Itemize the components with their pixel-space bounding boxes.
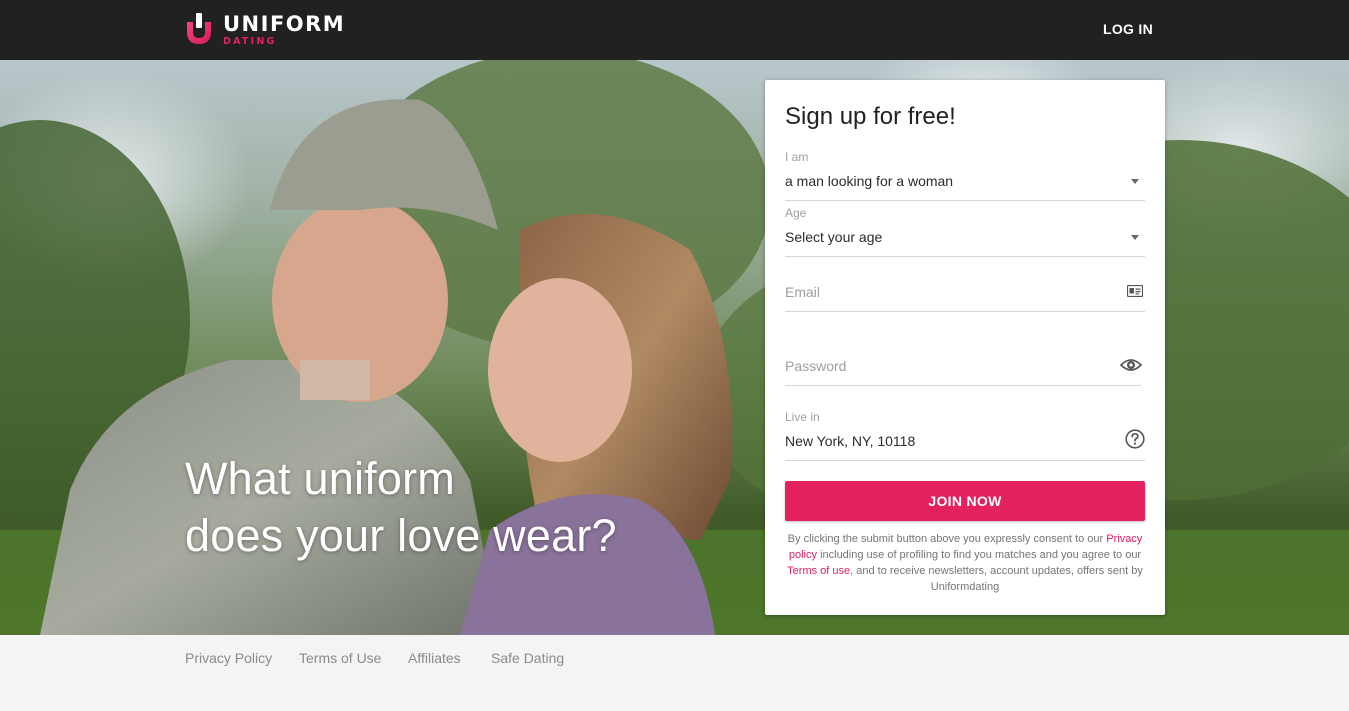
help-circle-icon[interactable] [1125, 429, 1145, 449]
location-field[interactable]: Live in New York, NY, 10118 [785, 409, 1145, 461]
id-card-icon [1127, 285, 1143, 297]
footer-link-affiliates[interactable]: Affiliates [408, 650, 461, 666]
signup-card: Sign up for free! I am a man looking for… [765, 80, 1165, 615]
logo-subtitle: DATING [223, 36, 277, 47]
legal-text-part-2: including use of profiling to find you m… [820, 549, 1142, 561]
email-field[interactable]: Email [785, 270, 1145, 312]
footer-link-privacy-policy[interactable]: Privacy Policy [185, 650, 272, 666]
login-link[interactable]: LOG IN [1103, 21, 1153, 37]
join-now-button[interactable]: JOIN NOW [785, 481, 1145, 521]
legal-text-part-1: By clicking the submit button above you … [787, 533, 1104, 545]
chevron-down-icon [1131, 179, 1139, 184]
logo-mark-icon [187, 13, 211, 44]
logo-wordmark: UNIFORM [223, 12, 346, 36]
legal-text-part-3: , and to receive newsletters, account up… [850, 565, 1143, 593]
chevron-down-icon [1131, 235, 1139, 240]
footer-link-terms-of-use[interactable]: Terms of Use [299, 650, 381, 666]
age-select[interactable]: Age Select your age [785, 205, 1145, 257]
gender-value: a man looking for a woman [785, 173, 954, 189]
age-label: Age [785, 206, 807, 220]
brand-logo[interactable]: UNIFORM DATING [184, 12, 345, 48]
legal-consent-text: By clicking the submit button above you … [785, 531, 1145, 595]
eye-icon[interactable] [1120, 357, 1142, 373]
email-placeholder: Email [785, 284, 821, 300]
hero-headline: What uniform does your love wear? [185, 450, 617, 564]
signup-title: Sign up for free! [785, 103, 956, 130]
headline-line-2: does your love wear? [185, 510, 617, 561]
footer-link-safe-dating[interactable]: Safe Dating [491, 650, 564, 666]
headline-line-1: What uniform [185, 453, 455, 504]
age-value: Select your age [785, 229, 883, 245]
terms-of-use-link[interactable]: Terms of use [787, 565, 850, 577]
location-label: Live in [785, 410, 820, 424]
password-placeholder: Password [785, 358, 847, 374]
gender-label: I am [785, 150, 809, 164]
top-header: UNIFORM DATING LOG IN [0, 0, 1349, 60]
location-value: New York, NY, 10118 [785, 433, 916, 449]
logo-text: UNIFORM DATING [223, 12, 345, 47]
footer: Privacy Policy Terms of Use Affiliates S… [0, 635, 1349, 711]
password-field[interactable]: Password [785, 343, 1142, 386]
gender-select[interactable]: I am a man looking for a woman [785, 149, 1145, 201]
